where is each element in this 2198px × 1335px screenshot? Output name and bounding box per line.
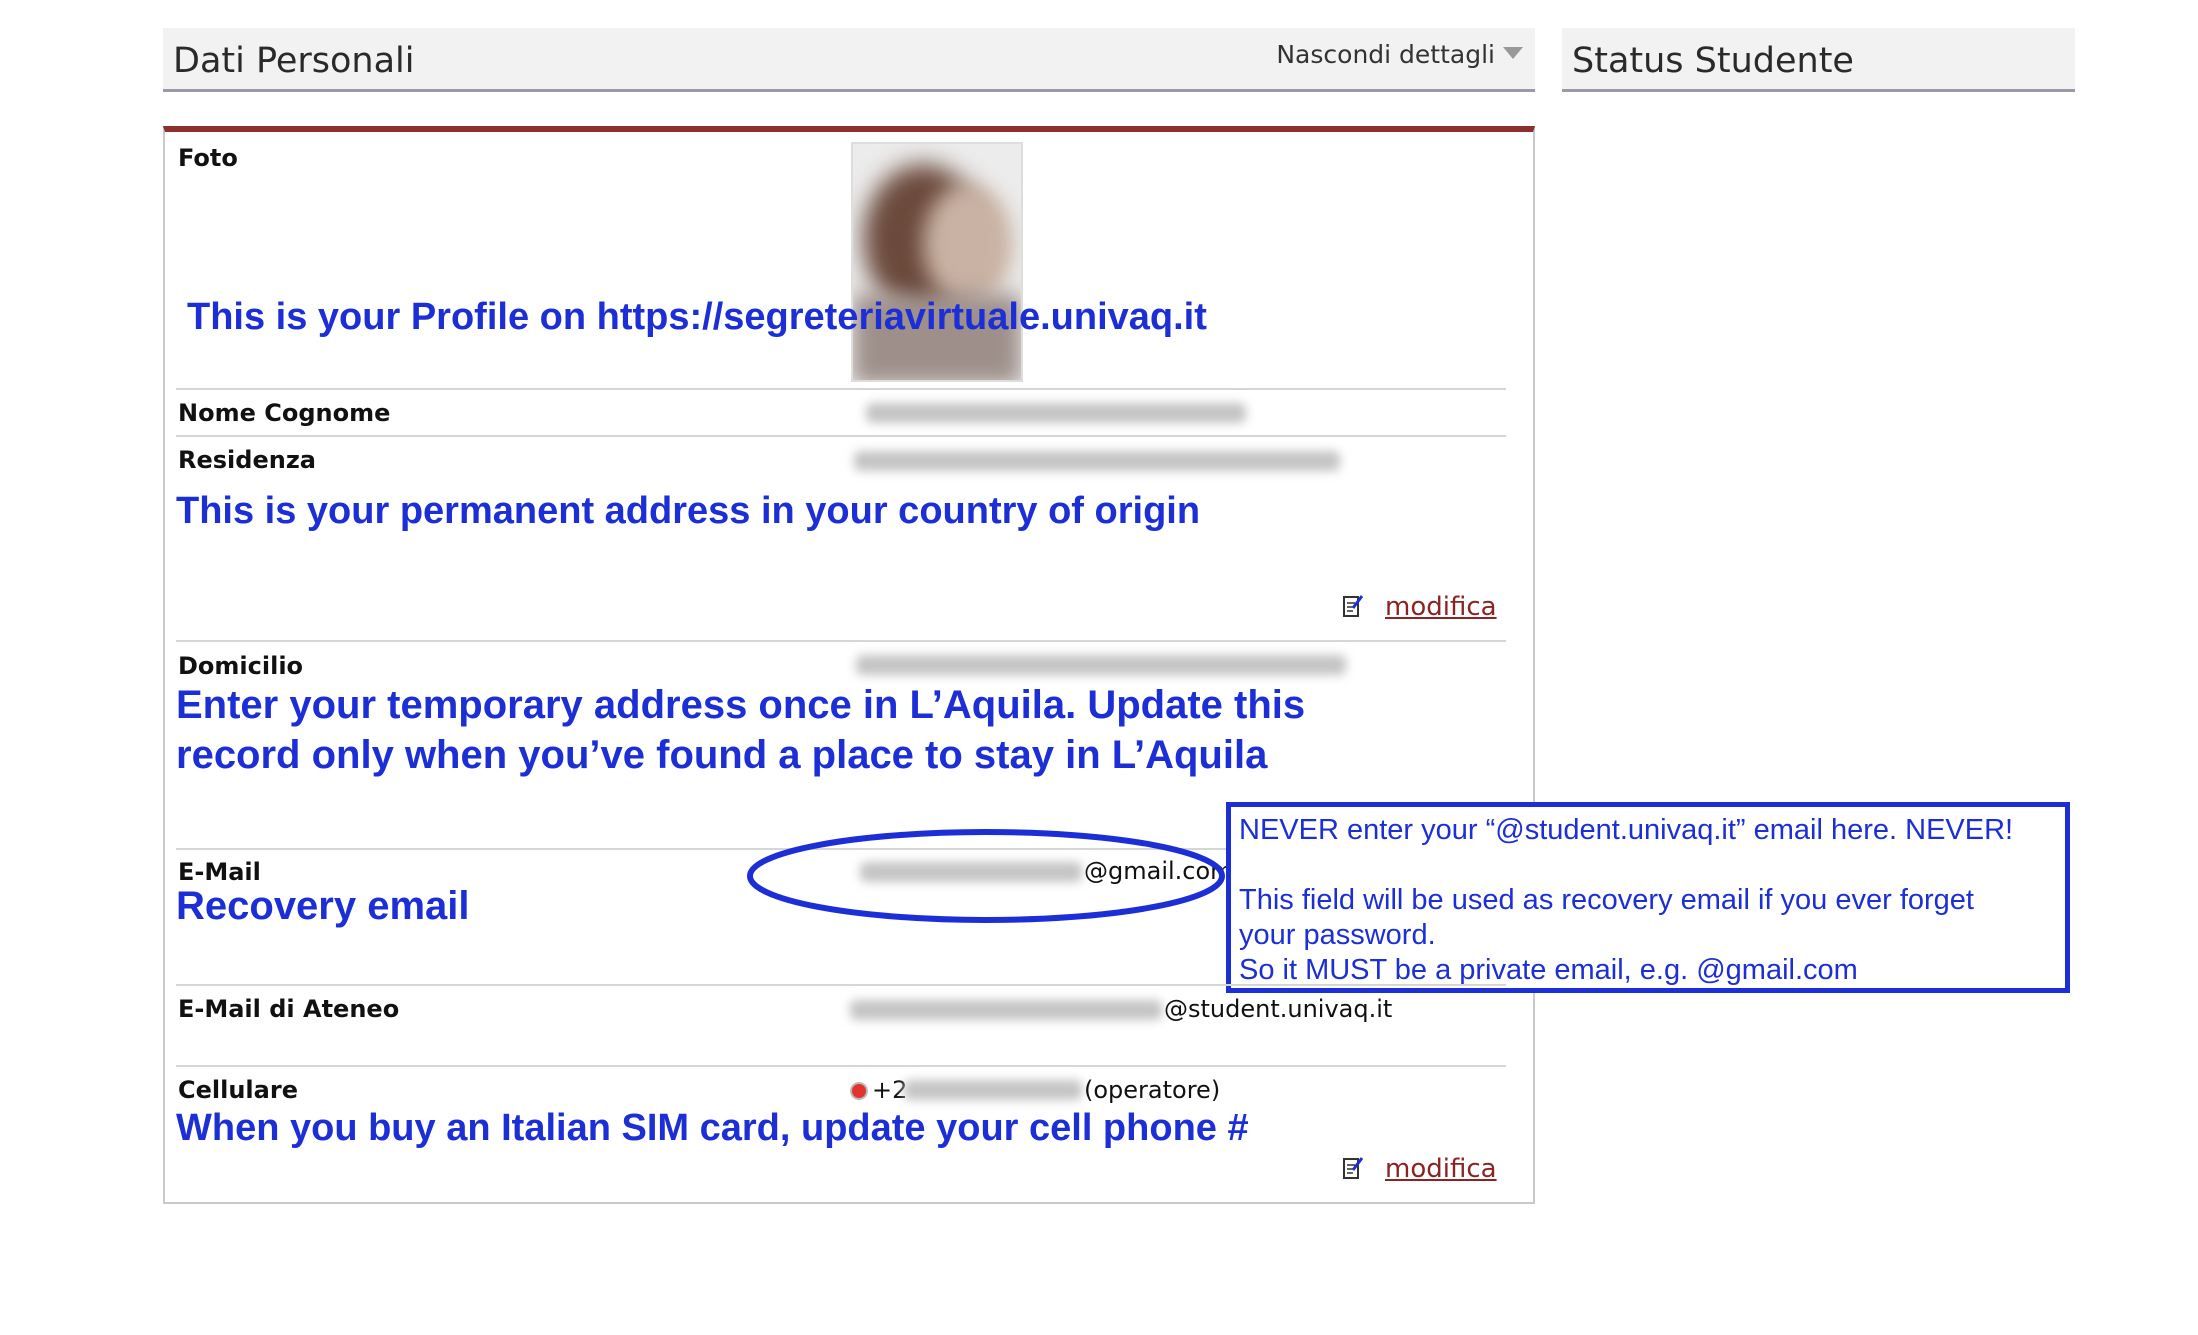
callout-line: So it MUST be a private email, e.g. @gma… bbox=[1239, 954, 1858, 986]
email-warning-callout: NEVER enter your “@student.univaq.it” em… bbox=[1226, 802, 2070, 993]
university-email-domain: @student.univaq.it bbox=[1164, 995, 1393, 1023]
mobile-label: Cellulare bbox=[178, 1076, 298, 1104]
domicile-annotation-line1: Enter your temporary address once in L’A… bbox=[176, 683, 1306, 727]
blurred-mobile-value bbox=[904, 1080, 1082, 1100]
student-status-title: Status Studente bbox=[1572, 41, 1854, 81]
mobile-edit-link[interactable]: modifica bbox=[1385, 1154, 1497, 1184]
blurred-domicile-value bbox=[856, 655, 1346, 675]
separator bbox=[176, 640, 1506, 642]
separator bbox=[176, 984, 1506, 986]
profile-annotation: This is your Profile on https://segreter… bbox=[187, 296, 1207, 338]
callout-line: your password. bbox=[1239, 919, 1436, 951]
blurred-university-email-value bbox=[850, 1000, 1162, 1020]
photo-label: Foto bbox=[178, 144, 238, 172]
residence-edit-link[interactable]: modifica bbox=[1385, 592, 1497, 622]
red-flag-icon bbox=[850, 1082, 868, 1100]
edit-note-icon[interactable] bbox=[1342, 1156, 1364, 1180]
email-label: E-Mail bbox=[178, 858, 261, 886]
sim-annotation: When you buy an Italian SIM card, update… bbox=[176, 1107, 1249, 1149]
edit-note-icon[interactable] bbox=[1342, 594, 1364, 618]
profile-photo bbox=[851, 142, 1023, 382]
personal-data-title: Dati Personali bbox=[173, 41, 415, 81]
personal-data-header: Dati Personali Nascondi dettagli bbox=[163, 28, 1535, 92]
separator bbox=[176, 388, 1506, 390]
mobile-operator: (operatore) bbox=[1084, 1076, 1221, 1104]
callout-line: NEVER enter your “@student.univaq.it” em… bbox=[1239, 814, 2014, 846]
residence-annotation: This is your permanent address in your c… bbox=[176, 490, 1201, 532]
blurred-residence-value bbox=[854, 451, 1340, 471]
mobile-prefix: +2 bbox=[872, 1076, 908, 1104]
separator bbox=[176, 1065, 1506, 1067]
domicile-annotation-line2: record only when you’ve found a place to… bbox=[176, 733, 1268, 777]
callout-spacer bbox=[1239, 848, 2057, 883]
caret-down-icon[interactable] bbox=[1503, 47, 1523, 59]
name-label: Nome Cognome bbox=[178, 399, 391, 427]
blurred-name-value bbox=[866, 403, 1246, 423]
university-email-label: E-Mail di Ateneo bbox=[178, 995, 400, 1023]
student-status-header: Status Studente bbox=[1562, 28, 2075, 92]
hide-details-toggle[interactable]: Nascondi dettagli bbox=[1276, 40, 1495, 69]
recovery-email-annotation: Recovery email bbox=[176, 884, 470, 928]
residence-label: Residenza bbox=[178, 446, 316, 474]
separator bbox=[176, 435, 1506, 437]
callout-line: This field will be used as recovery emai… bbox=[1239, 884, 1974, 916]
domicile-label: Domicilio bbox=[178, 652, 304, 680]
email-highlight-ellipse bbox=[747, 829, 1225, 923]
